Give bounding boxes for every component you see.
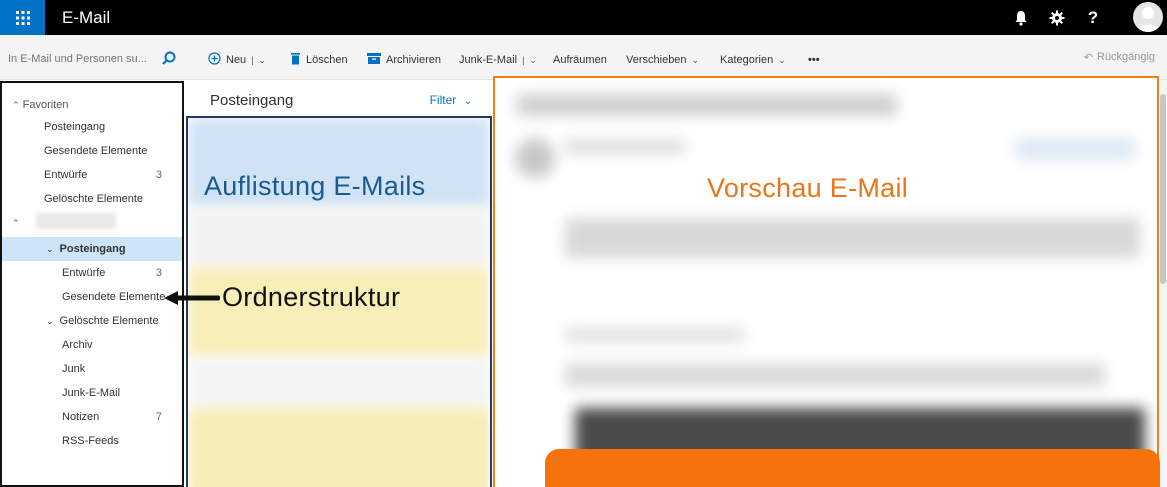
sender-redacted	[565, 140, 685, 154]
message-item[interactable]	[188, 208, 490, 268]
chevron-down-icon: ⌄	[46, 316, 54, 326]
delete-button[interactable]: Löschen	[290, 51, 348, 69]
help-icon[interactable]: ?	[1075, 0, 1111, 35]
waffle-icon[interactable]	[0, 0, 45, 35]
folder-label: Entwürfe	[44, 169, 88, 181]
move-button[interactable]: Verschieben ⌄	[626, 51, 699, 69]
separator: |	[251, 55, 254, 65]
scrollbar-thumb[interactable]	[1160, 94, 1166, 284]
folder-item[interactable]: Notizen 7	[2, 405, 182, 429]
folder-label: RSS-Feeds	[62, 435, 119, 447]
folder-item[interactable]: Junk	[2, 357, 182, 381]
subject-redacted	[517, 94, 897, 116]
body-redacted	[565, 218, 1140, 258]
folder-item[interactable]: ⌄ Gelöschte Elemente	[2, 309, 182, 333]
message-item[interactable]	[188, 408, 490, 487]
folder-label: Gelöschte Elemente	[44, 193, 144, 205]
folder-item[interactable]: Gesendete Elemente	[2, 285, 182, 309]
folder-item[interactable]: Junk-E-Mail	[2, 381, 182, 405]
sweep-button[interactable]: Aufräumen	[553, 51, 607, 69]
body-redacted	[565, 328, 745, 342]
reply-button-redacted	[1015, 138, 1135, 160]
unread-count: 7	[155, 411, 162, 423]
archive-icon	[367, 53, 381, 67]
chevron-down-icon: ⌄	[778, 54, 786, 65]
bell-icon[interactable]	[1003, 0, 1039, 35]
chevron-down-icon: ⌄	[46, 244, 54, 254]
chevron-down-icon: ⌄	[691, 54, 700, 65]
categories-button[interactable]: Kategorien ⌄	[720, 51, 786, 69]
filter-label: Filter	[429, 93, 457, 107]
account-name-redacted	[36, 213, 116, 229]
search-icon[interactable]	[162, 51, 176, 70]
list-title: Posteingang	[210, 92, 294, 109]
folder-label: Junk	[62, 363, 86, 375]
new-button[interactable]: Neu | ⌄	[208, 51, 266, 69]
account-collapse-toggle[interactable]: ⌃	[12, 211, 32, 235]
scrollbar[interactable]	[1159, 80, 1167, 487]
message-item[interactable]	[188, 358, 490, 408]
chevron-up-icon: ⌃	[12, 100, 20, 110]
folder-item[interactable]: Gesendete Elemente	[2, 139, 182, 163]
folder-label: Entwürfe	[62, 267, 106, 279]
folder-label: Archiv	[62, 339, 93, 351]
move-label: Verschieben	[626, 54, 687, 66]
plus-circle-icon	[208, 52, 221, 68]
favorites-header-label: Favoriten	[22, 99, 69, 111]
folder-item-selected[interactable]: ⌄ Posteingang	[2, 237, 182, 261]
folder-label: Gelöschte Elemente	[59, 315, 159, 327]
chevron-down-icon[interactable]: ⌄	[529, 55, 537, 66]
filter-button[interactable]: Filter ⌄	[430, 93, 472, 107]
folder-pane: ⌃ Favoriten Posteingang Gesendete Elemen…	[0, 81, 184, 487]
junk-button[interactable]: Junk-E-Mail | ⌄	[459, 51, 537, 69]
gear-icon[interactable]	[1039, 0, 1075, 35]
folder-item[interactable]: RSS-Feeds	[2, 429, 182, 453]
top-bar: E-Mail ?	[0, 0, 1167, 35]
annotation-list-label: Auflistung E-Mails	[204, 171, 426, 201]
reading-pane: Vorschau E-Mail	[493, 76, 1159, 487]
highlight-banner	[545, 449, 1160, 487]
new-label: Neu	[226, 54, 247, 66]
sender-avatar-redacted	[515, 138, 555, 178]
more-button[interactable]: •••	[808, 51, 820, 69]
delete-label: Löschen	[306, 54, 348, 66]
chevron-up-icon: ⌃	[12, 218, 20, 228]
folder-item[interactable]: Gelöschte Elemente	[2, 187, 182, 211]
separator: |	[522, 55, 525, 65]
folder-label: Gesendete Elemente	[44, 145, 148, 157]
junk-label: Junk-E-Mail	[459, 54, 518, 66]
folder-label: Posteingang	[59, 243, 126, 255]
folder-item[interactable]: Posteingang	[2, 115, 182, 139]
unread-count: 3	[155, 267, 162, 279]
trash-icon	[290, 52, 301, 68]
folder-label: Posteingang	[44, 121, 106, 133]
annotation-preview-label: Vorschau E-Mail	[707, 173, 909, 203]
archive-button[interactable]: Archivieren	[367, 51, 441, 69]
undo-button[interactable]: ↶ Rückgängig	[1084, 51, 1155, 64]
folder-label: Junk-E-Mail	[62, 387, 121, 399]
undo-icon: ↶	[1083, 52, 1093, 64]
command-bar: Neu | ⌄ Löschen Archivieren Junk-E-Mail …	[0, 35, 1167, 80]
folder-item[interactable]: Entwürfe 3	[2, 163, 182, 187]
undo-label: Rückgängig	[1096, 51, 1155, 63]
folder-item[interactable]: Entwürfe 3	[2, 261, 182, 285]
categories-label: Kategorien	[720, 54, 774, 66]
unread-count: 3	[155, 169, 162, 181]
body-redacted	[565, 363, 1105, 387]
app-title[interactable]: E-Mail	[62, 0, 110, 35]
archive-label: Archivieren	[386, 54, 442, 66]
chevron-down-icon: ⌄	[463, 96, 472, 107]
chevron-down-icon[interactable]: ⌄	[259, 55, 267, 66]
avatar[interactable]	[1133, 2, 1163, 32]
folder-label: Gesendete Elemente	[62, 291, 166, 303]
search-input[interactable]	[8, 50, 188, 68]
arrow-icon	[164, 291, 220, 305]
annotation-folders-label: Ordnerstruktur	[222, 282, 401, 312]
sweep-label: Aufräumen	[553, 54, 607, 66]
favorites-header[interactable]: ⌃ Favoriten	[12, 93, 192, 117]
folder-label: Notizen	[62, 411, 100, 423]
folder-item[interactable]: Archiv	[2, 333, 182, 357]
